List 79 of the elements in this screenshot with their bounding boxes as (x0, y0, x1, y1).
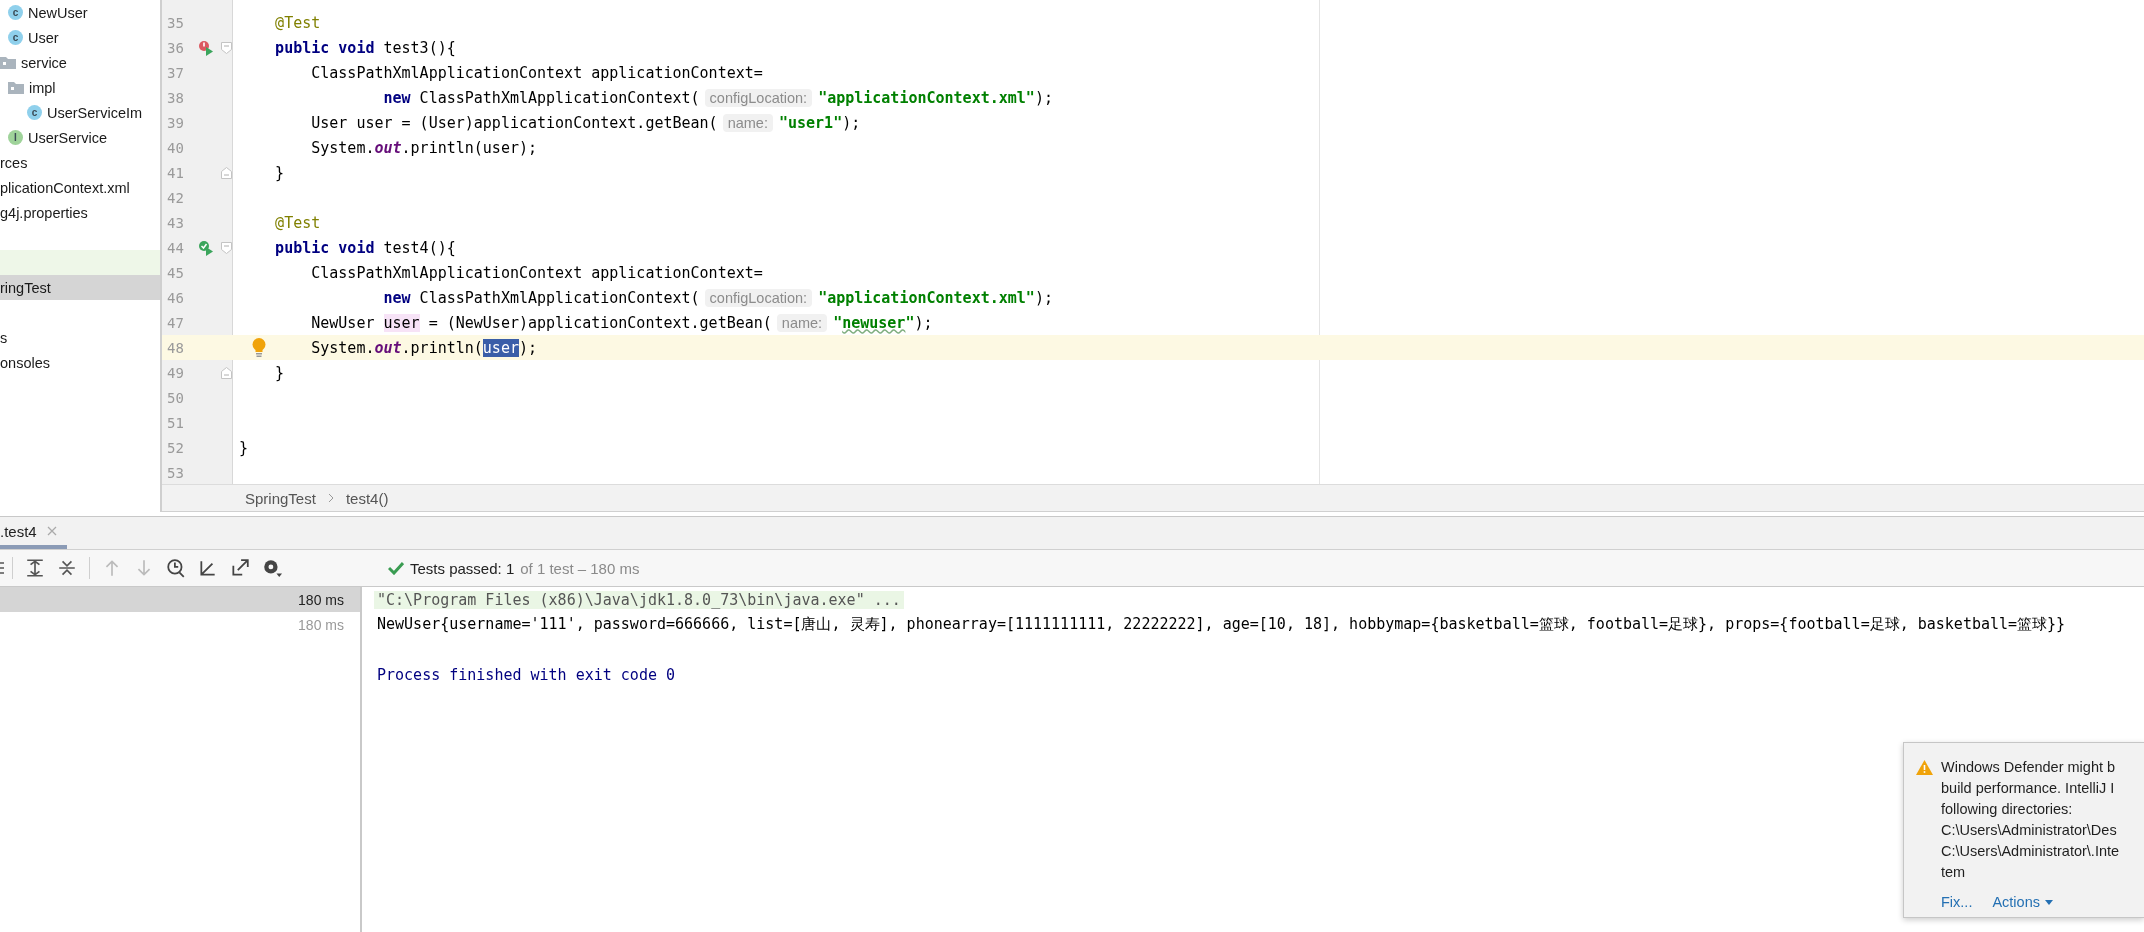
check-icon (388, 561, 404, 575)
code-text: NewUser user = (NewUser)applicationContext.getBean( name: "newuser"); (310, 313, 933, 332)
command-line-text: "C:\Program Files (x86)\Java\jdk1.8.0_73\bin\java.exe" ... (374, 590, 904, 609)
tests-passed-label: Tests passed: 1 (410, 559, 515, 577)
tests-summary: of 1 test – 180 ms (520, 559, 640, 577)
notification-link[interactable]: Fix... (1941, 894, 1973, 910)
fold-icon[interactable] (220, 241, 232, 254)
line-number: 49 (166, 364, 185, 381)
code-text: @Test (274, 213, 321, 232)
line-number: 38 (166, 89, 185, 106)
line-number: 41 (166, 164, 185, 181)
line-number: 44 (166, 239, 185, 256)
line-number: 43 (166, 214, 185, 231)
code-text: public void test3(){ (274, 38, 456, 57)
class-icon: c (8, 30, 23, 45)
code-text: ClassPathXmlApplicationContext applicationContext= (310, 63, 763, 82)
line-number: 51 (166, 414, 185, 431)
class-icon: c (27, 105, 42, 120)
notification-link[interactable]: Actions (1992, 894, 2053, 910)
warning-icon (1916, 760, 1933, 775)
tree-item[interactable]: g4j.properties (0, 200, 160, 225)
line-number: 42 (166, 189, 185, 206)
line-number: 47 (166, 314, 185, 331)
line-number: 45 (166, 264, 185, 281)
chevron-icon (327, 493, 334, 503)
class-icon: c (8, 5, 23, 20)
tree-item[interactable]: s (0, 325, 160, 350)
tree-item[interactable]: I UserService (0, 125, 160, 150)
tree-item[interactable]: ringTest (0, 275, 160, 300)
notification-text: following directories: (1941, 800, 2074, 819)
line-number: 37 (166, 64, 185, 81)
test-row[interactable]: 180 ms (0, 587, 360, 612)
tree-item[interactable]: c User (0, 25, 160, 50)
fold-icon[interactable] (220, 366, 232, 379)
run-failed-icon[interactable] (198, 39, 214, 56)
run-passed-icon[interactable] (198, 239, 214, 256)
code-text: } (274, 163, 285, 182)
tree-item[interactable]: c UserServiceIm (0, 100, 160, 125)
dropdown-icon (2045, 899, 2053, 905)
code-text: User user = (User)applicationContext.getBean( name: "user1"); (310, 113, 861, 132)
line-number: 48 (166, 339, 185, 356)
tree-item[interactable]: c NewUser (0, 0, 160, 25)
code-text: } (238, 438, 249, 457)
tree-item[interactable]: service (0, 50, 160, 75)
notification-text: C:\Users\Administrator\.Inte (1941, 842, 2120, 861)
line-number: 53 (166, 464, 185, 481)
notification-text: tem (1941, 863, 1967, 882)
code-text: System.out.println(user); (310, 138, 538, 157)
code-text: new ClassPathXmlApplicationContext( configLocation: "applicationContext.xml"); (382, 88, 1053, 107)
line-number: 40 (166, 139, 185, 156)
breadcrumb[interactable]: test4() (345, 489, 389, 507)
tree-item[interactable]: impl (0, 75, 160, 100)
line-number: 50 (166, 389, 185, 406)
fold-icon[interactable] (220, 41, 232, 54)
notification-text: build performance. IntelliJ I (1941, 779, 2116, 798)
console-output: NewUser{username='111', password=666666, list=[唐山, 灵寿], phonearray=[1111111111, 22222222], age=[10, 18], hobbymap={basketball=篮球, football=足球}, props={football=足球, basketball=篮球}} (376, 615, 2067, 634)
code-text: new ClassPathXmlApplicationContext( configLocation: "applicationContext.xml"); (382, 288, 1053, 307)
code-text: } (274, 363, 285, 382)
line-number: 52 (166, 439, 185, 456)
folder-icon (8, 81, 24, 94)
tree-item[interactable]: rces (0, 150, 160, 175)
tree-item[interactable]: plicationContext.xml (0, 175, 160, 200)
line-number: 39 (166, 114, 185, 131)
toolbar-partial-icon[interactable] (0, 560, 6, 576)
code-text: ClassPathXmlApplicationContext applicationContext= (310, 263, 763, 282)
interface-icon: I (8, 130, 23, 145)
code-text: @Test (274, 13, 321, 32)
breadcrumb[interactable]: SpringTest (245, 489, 316, 507)
exit-message: Process finished with exit code 0 (376, 665, 676, 684)
lightbulb-icon[interactable] (252, 338, 266, 357)
line-number: 36 (166, 39, 185, 56)
tree-item[interactable]: onsoles (0, 350, 160, 375)
code-text: public void test4(){ (274, 238, 456, 257)
line-number: 35 (166, 14, 185, 31)
notification-text: Windows Defender might b (1941, 758, 2117, 777)
fold-icon[interactable] (220, 166, 232, 179)
line-number: 46 (166, 289, 185, 306)
notification-text: C:\Users\Administrator\Des (1941, 821, 2118, 840)
close-icon[interactable] (46, 526, 57, 536)
